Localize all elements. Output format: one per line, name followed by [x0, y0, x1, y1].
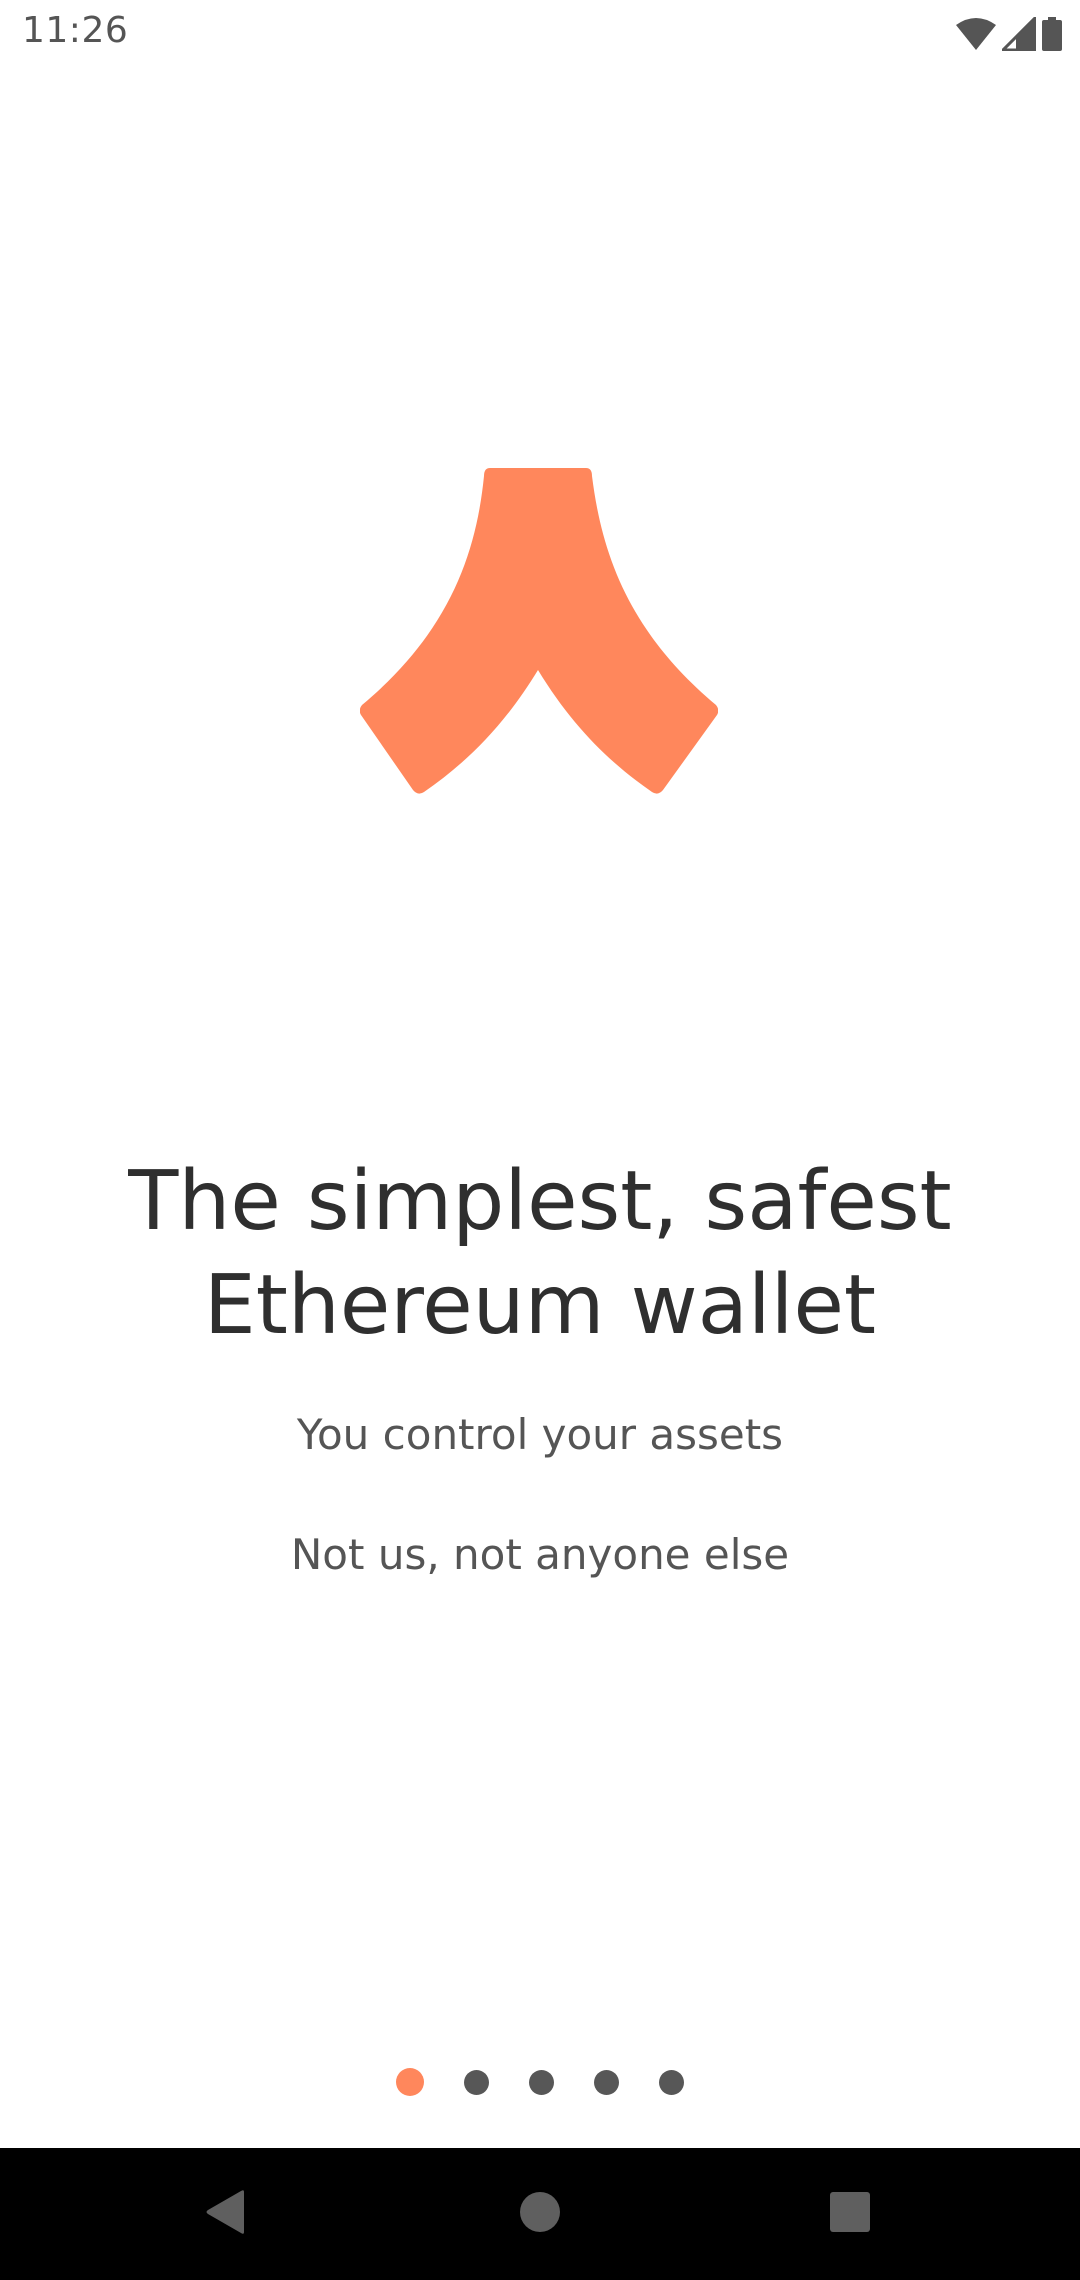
back-button[interactable]	[156, 2148, 296, 2280]
onboarding-headline: The simplest, safest Ethereum wallet	[0, 1150, 1080, 1358]
back-icon	[205, 2189, 247, 2239]
page-dot-5[interactable]	[659, 2069, 684, 2095]
onboarding-subtext-2: Not us, not anyone else	[290, 1530, 790, 1579]
page-dot-4[interactable]	[594, 2069, 619, 2095]
page-dot-2[interactable]	[464, 2069, 489, 2095]
headline-line-1: The simplest, safest	[128, 1154, 952, 1249]
system-nav-bar	[0, 2148, 1080, 2280]
status-time: 11:26	[22, 10, 129, 51]
status-icons	[956, 14, 1062, 54]
onboarding-subtext-1: You control your assets	[296, 1410, 784, 1459]
wallet-logo-icon	[359, 468, 719, 794]
status-bar: 11:26	[0, 0, 1080, 66]
page-dot-1[interactable]	[396, 2068, 424, 2096]
recents-icon	[829, 2191, 871, 2237]
headline-line-2: Ethereum wallet	[203, 1258, 877, 1353]
page-indicator	[0, 2068, 1080, 2096]
wifi-icon	[956, 17, 996, 51]
recents-button[interactable]	[780, 2148, 920, 2280]
home-button[interactable]	[470, 2148, 610, 2280]
battery-icon	[1042, 17, 1062, 51]
page-dot-3[interactable]	[529, 2069, 554, 2095]
cell-signal-icon	[1002, 17, 1036, 51]
home-icon	[519, 2191, 561, 2237]
